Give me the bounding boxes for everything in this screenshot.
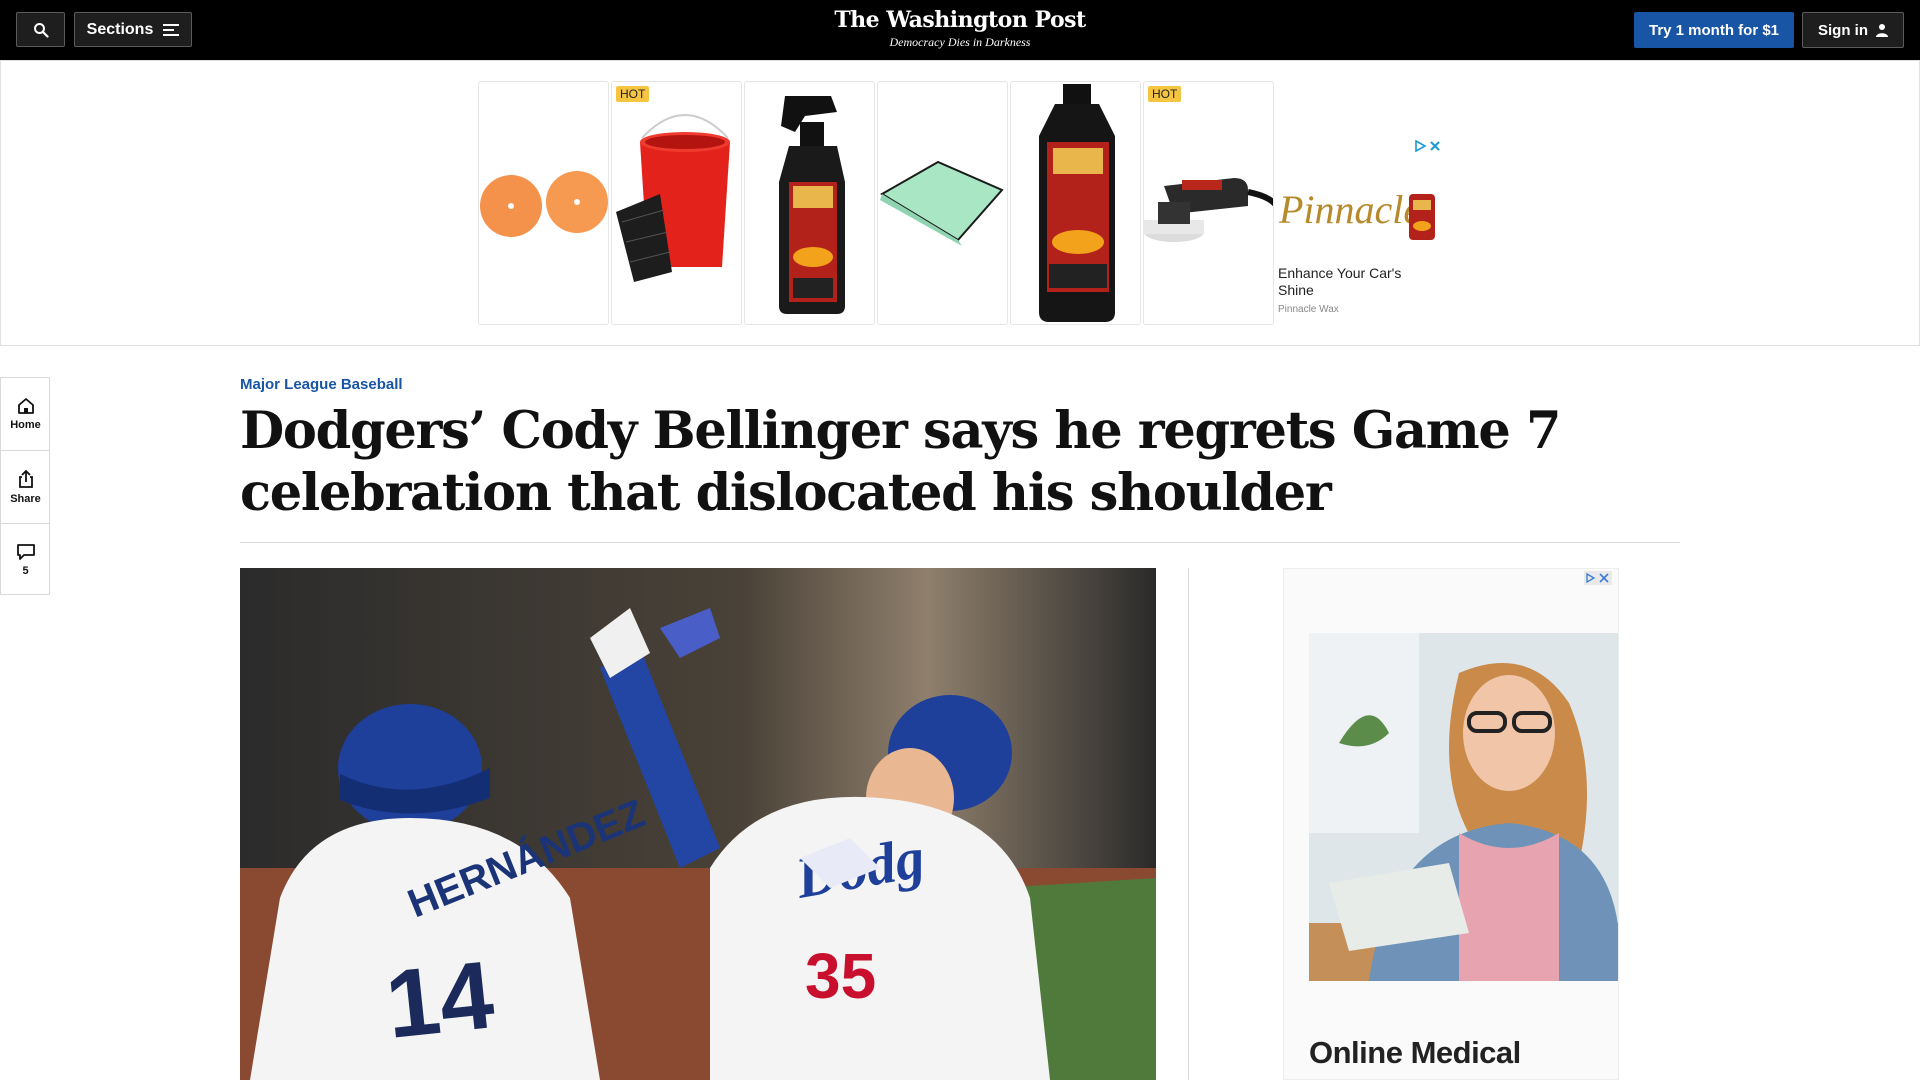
site-logo: The Washington Post [834, 7, 1086, 33]
home-icon [17, 398, 34, 414]
sections-menu-button[interactable]: Sections [74, 12, 192, 47]
sign-in-label: Sign in [1818, 21, 1868, 39]
spray-bottle-image [779, 96, 845, 314]
woman-reading-image [1309, 633, 1618, 981]
ad-product-tile[interactable]: HOT [611, 81, 742, 325]
bucket-image [616, 114, 730, 282]
site-tagline: Democracy Dies in Darkness [889, 35, 1031, 49]
foam-pads-image [480, 171, 608, 237]
share-button[interactable]: Share [1, 451, 50, 523]
top-banner-ad: HOT HOT Pinnacle [0, 60, 1920, 346]
share-icon [18, 469, 33, 488]
subscribe-offer-label: Try 1 month for $1 [1648, 21, 1780, 39]
home-label: Home [10, 419, 41, 431]
menu-icon [163, 23, 180, 36]
ad-product-tile[interactable] [744, 81, 875, 325]
home-button[interactable]: Home [1, 378, 50, 450]
ad-product-tile[interactable] [877, 81, 1008, 325]
adchoices-icon [1415, 139, 1440, 153]
masthead-logo[interactable]: The Washington Post Democracy Dies in Da… [810, 6, 1110, 54]
subscribe-offer-button[interactable]: Try 1 month for $1 [1634, 12, 1794, 48]
sidebar-adchoices-button[interactable] [1584, 571, 1612, 585]
hot-badge: HOT [1148, 86, 1182, 102]
advertiser-logo-text: Pinnacle [1279, 187, 1422, 232]
jersey-number-left: 14 [381, 941, 498, 1059]
polisher-image [1144, 178, 1273, 242]
hero-photo[interactable]: HERNÁNDEZ 14 Dodg 35 [240, 568, 1156, 1080]
column-divider [1188, 568, 1189, 1080]
sign-in-button[interactable]: Sign in [1802, 12, 1904, 48]
ad-product-tile[interactable] [1010, 81, 1141, 325]
left-share-rail: Home Share 5 [0, 377, 50, 595]
advertiser-emblem [1409, 194, 1435, 240]
search-icon [33, 22, 49, 38]
ad-product-tile[interactable]: HOT [1143, 81, 1274, 325]
search-button[interactable] [16, 12, 65, 47]
header-divider [240, 542, 1680, 543]
adchoices-button[interactable] [1414, 139, 1442, 155]
sidebar-ad-title: Online Medical [1309, 1035, 1521, 1070]
article-headline: Dodgers’ Cody Bellinger says he regrets … [240, 401, 1561, 523]
players-celebrating-image: HERNÁNDEZ 14 Dodg 35 [240, 568, 1156, 1080]
ad-advertiser-name: Pinnacle Wax [1278, 304, 1339, 315]
glasswork-bottle-image [1039, 84, 1115, 322]
sidebar-ad-photo [1309, 633, 1618, 981]
hot-badge: HOT [616, 86, 650, 102]
section-kicker-link[interactable]: Major League Baseball [240, 376, 403, 393]
share-label: Share [10, 493, 41, 505]
comments-button[interactable]: 5 [1, 524, 50, 596]
adchoices-icon [1586, 573, 1609, 583]
microfiber-towel-image [880, 160, 1004, 246]
ad-headline[interactable]: Enhance Your Car's Shine [1278, 265, 1438, 299]
comments-count: 5 [22, 565, 29, 577]
sections-label: Sections [86, 20, 154, 38]
sidebar-ad[interactable]: Online Medical [1283, 568, 1619, 1080]
user-icon [1876, 24, 1888, 37]
ad-product-tile[interactable] [478, 81, 609, 325]
top-nav-bar: Sections The Washington Post Democracy D… [0, 0, 1920, 60]
jersey-number-right: 35 [805, 940, 876, 1012]
comment-icon [16, 544, 35, 560]
